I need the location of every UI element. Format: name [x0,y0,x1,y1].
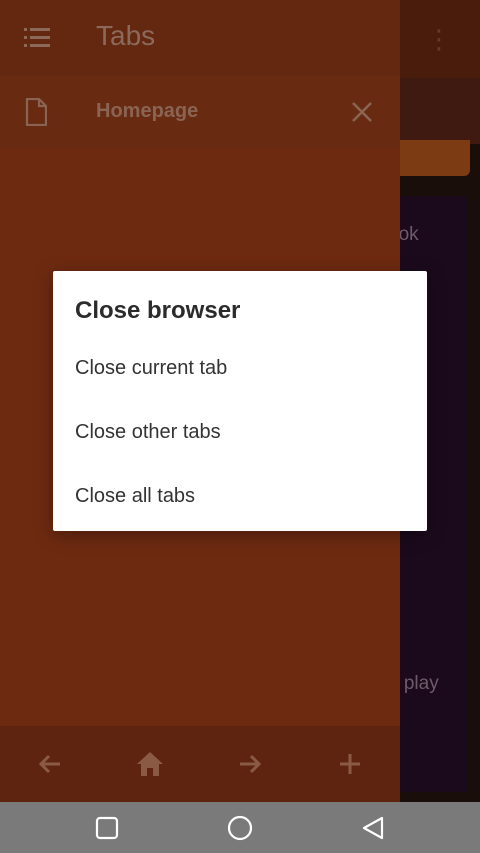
drawer-bottom-bar [0,726,400,802]
close-icon[interactable] [348,98,376,126]
list-icon[interactable] [24,26,50,50]
close-browser-dialog: Close browser Close current tab Close ot… [53,271,427,531]
circle-icon[interactable] [227,815,253,841]
home-icon[interactable] [134,748,166,780]
close-all-tabs-option[interactable]: Close all tabs [53,467,427,531]
option-label: Close all tabs [75,485,196,507]
screen: ⋮ ook e play Tabs Homepage Close browser… [0,0,480,853]
drawer-title: Tabs [96,20,156,51]
dialog-title: Close browser [75,297,241,324]
triangle-back-icon[interactable] [360,815,386,841]
tab-item-label: Homepage [96,100,199,122]
square-icon[interactable] [94,815,120,841]
tab-item-homepage[interactable]: Homepage [0,76,400,148]
option-label: Close current tab [75,357,228,379]
overflow-menu-icon: ⋮ [426,24,452,54]
arrow-right-icon[interactable] [234,748,266,780]
system-nav-bar [0,802,480,853]
close-current-tab-option[interactable]: Close current tab [53,339,427,403]
option-label: Close other tabs [75,421,221,443]
plus-icon[interactable] [334,748,366,780]
close-other-tabs-option[interactable]: Close other tabs [53,403,427,467]
page-icon [25,98,47,126]
drawer-header: Tabs [0,0,400,76]
arrow-left-icon[interactable] [34,748,66,780]
